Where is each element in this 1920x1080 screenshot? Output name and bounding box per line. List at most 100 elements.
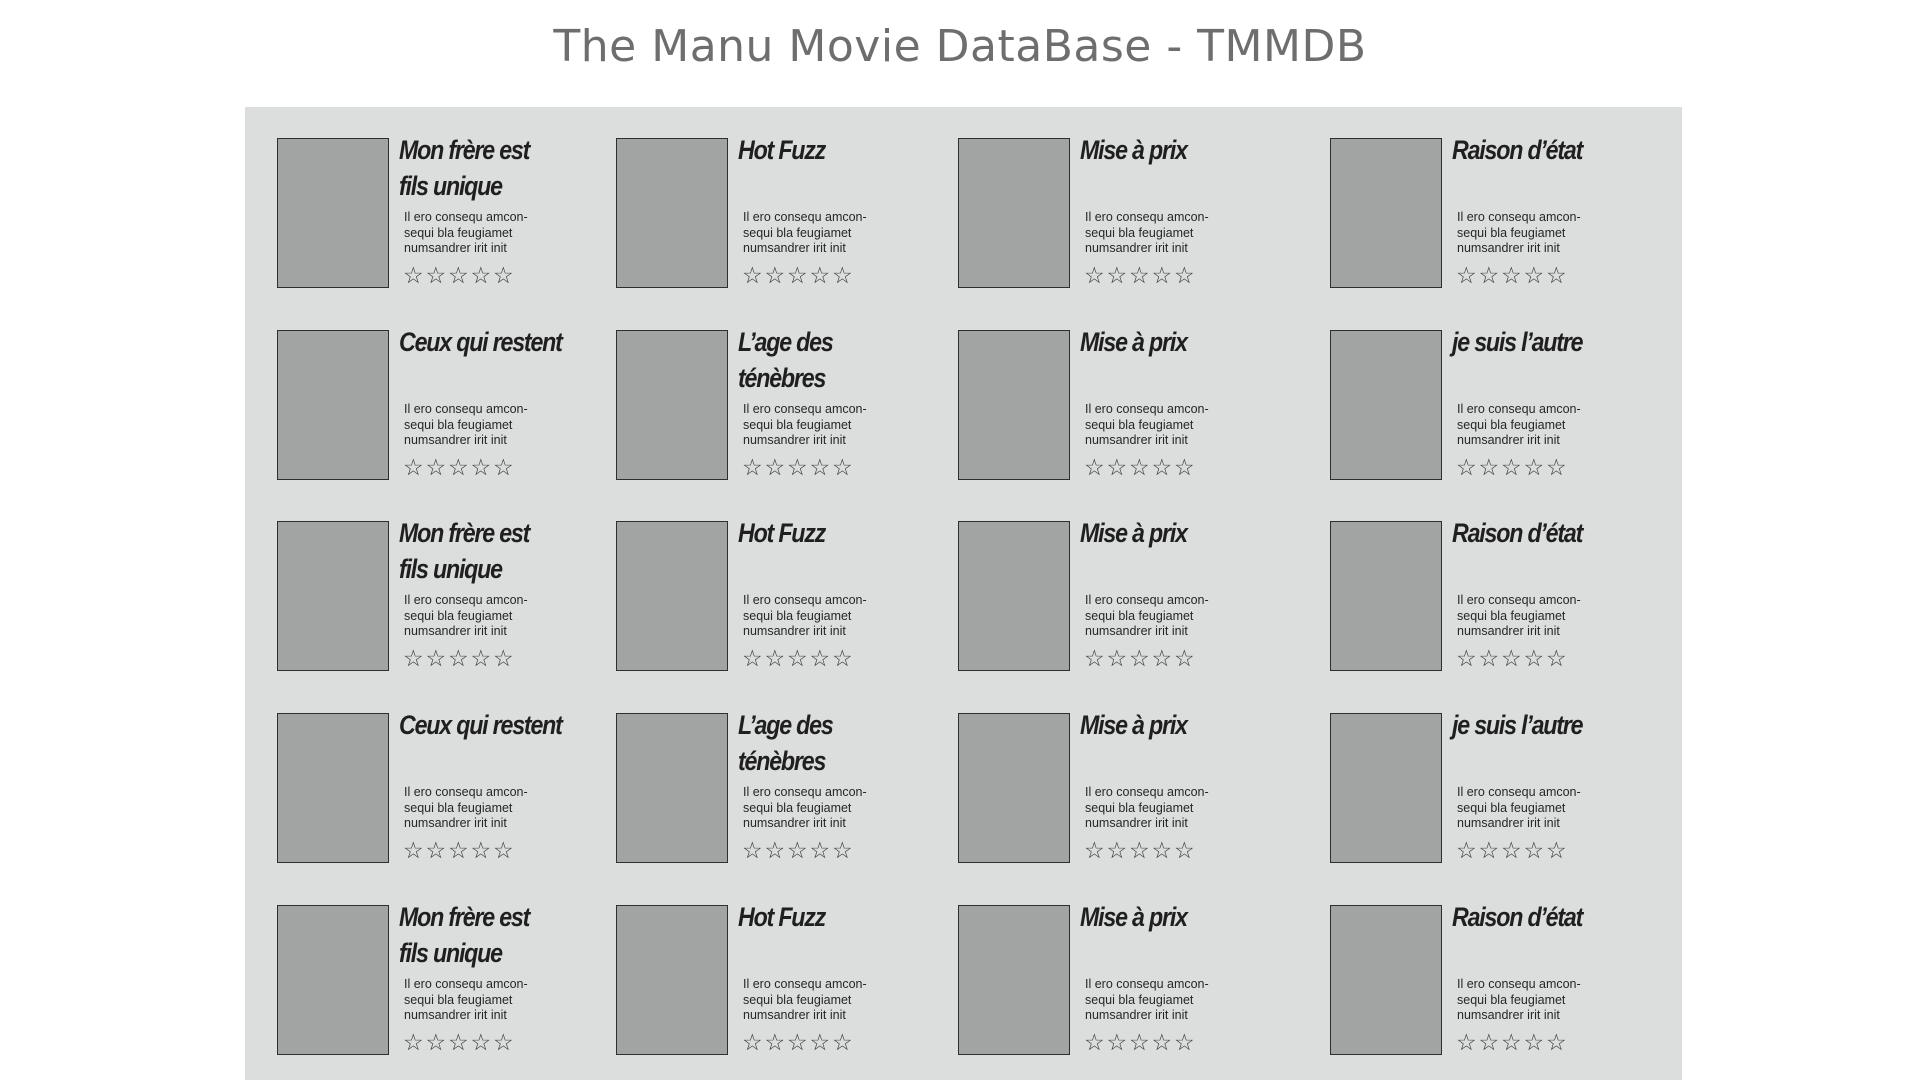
star-outline-icon[interactable]: ☆	[1152, 264, 1175, 288]
star-outline-icon[interactable]: ☆	[787, 456, 810, 480]
star-outline-icon[interactable]: ☆	[426, 456, 449, 480]
star-outline-icon[interactable]: ☆	[765, 264, 788, 288]
star-outline-icon[interactable]: ☆	[1129, 647, 1152, 671]
movie-poster-image[interactable]	[616, 330, 728, 480]
star-outline-icon[interactable]: ☆	[742, 456, 765, 480]
star-outline-icon[interactable]: ☆	[1084, 647, 1107, 671]
star-outline-icon[interactable]: ☆	[742, 1031, 765, 1055]
star-outline-icon[interactable]: ☆	[810, 1031, 833, 1055]
star-rating[interactable]: ☆☆☆☆☆	[742, 456, 855, 480]
star-outline-icon[interactable]: ☆	[832, 1031, 855, 1055]
movie-poster-image[interactable]	[958, 713, 1070, 863]
movie-title[interactable]: Hot Fuzz	[738, 132, 901, 168]
movie-poster-image[interactable]	[1330, 905, 1442, 1055]
star-rating[interactable]: ☆☆☆☆☆	[742, 839, 855, 863]
movie-poster-image[interactable]	[958, 905, 1070, 1055]
star-outline-icon[interactable]: ☆	[1174, 456, 1197, 480]
star-outline-icon[interactable]: ☆	[787, 839, 810, 863]
star-outline-icon[interactable]: ☆	[1152, 1031, 1175, 1055]
movie-poster-image[interactable]	[1330, 521, 1442, 671]
star-outline-icon[interactable]: ☆	[1479, 839, 1502, 863]
movie-poster-image[interactable]	[958, 138, 1070, 288]
star-outline-icon[interactable]: ☆	[1084, 264, 1107, 288]
star-rating[interactable]: ☆☆☆☆☆	[403, 1031, 516, 1055]
star-outline-icon[interactable]: ☆	[832, 456, 855, 480]
movie-title[interactable]: L’age des ténèbres	[738, 324, 901, 396]
star-outline-icon[interactable]: ☆	[1456, 456, 1479, 480]
star-outline-icon[interactable]: ☆	[1501, 647, 1524, 671]
star-outline-icon[interactable]: ☆	[403, 1031, 426, 1055]
star-outline-icon[interactable]: ☆	[1479, 1031, 1502, 1055]
movie-title[interactable]: Mise à prix	[1080, 515, 1243, 551]
star-outline-icon[interactable]: ☆	[810, 456, 833, 480]
star-outline-icon[interactable]: ☆	[1174, 1031, 1197, 1055]
star-outline-icon[interactable]: ☆	[493, 264, 516, 288]
star-outline-icon[interactable]: ☆	[1152, 647, 1175, 671]
star-outline-icon[interactable]: ☆	[832, 647, 855, 671]
star-outline-icon[interactable]: ☆	[787, 1031, 810, 1055]
movie-title[interactable]: Hot Fuzz	[738, 515, 901, 551]
star-rating[interactable]: ☆☆☆☆☆	[1084, 1031, 1197, 1055]
star-outline-icon[interactable]: ☆	[1107, 264, 1130, 288]
movie-title[interactable]: Mise à prix	[1080, 324, 1243, 360]
movie-poster-image[interactable]	[1330, 713, 1442, 863]
star-outline-icon[interactable]: ☆	[1129, 1031, 1152, 1055]
star-outline-icon[interactable]: ☆	[426, 1031, 449, 1055]
star-rating[interactable]: ☆☆☆☆☆	[742, 1031, 855, 1055]
star-outline-icon[interactable]: ☆	[493, 647, 516, 671]
movie-title[interactable]: Mon frère est fils unique	[399, 515, 562, 587]
star-outline-icon[interactable]: ☆	[426, 264, 449, 288]
movie-poster-image[interactable]	[277, 138, 389, 288]
star-outline-icon[interactable]: ☆	[1174, 839, 1197, 863]
star-outline-icon[interactable]: ☆	[493, 1031, 516, 1055]
star-outline-icon[interactable]: ☆	[1174, 264, 1197, 288]
star-outline-icon[interactable]: ☆	[403, 647, 426, 671]
star-outline-icon[interactable]: ☆	[471, 647, 494, 671]
star-rating[interactable]: ☆☆☆☆☆	[1084, 456, 1197, 480]
star-outline-icon[interactable]: ☆	[403, 839, 426, 863]
star-outline-icon[interactable]: ☆	[1524, 264, 1547, 288]
star-outline-icon[interactable]: ☆	[787, 647, 810, 671]
star-outline-icon[interactable]: ☆	[1152, 456, 1175, 480]
star-outline-icon[interactable]: ☆	[1546, 264, 1569, 288]
star-outline-icon[interactable]: ☆	[471, 456, 494, 480]
movie-title[interactable]: Raison d’état	[1452, 899, 1615, 935]
movie-title[interactable]: Mise à prix	[1080, 132, 1243, 168]
star-outline-icon[interactable]: ☆	[1456, 264, 1479, 288]
star-outline-icon[interactable]: ☆	[810, 647, 833, 671]
star-outline-icon[interactable]: ☆	[1524, 1031, 1547, 1055]
movie-title[interactable]: Mise à prix	[1080, 707, 1243, 743]
movie-title[interactable]: Mon frère est fils unique	[399, 132, 562, 204]
movie-title[interactable]: Mon frère est fils unique	[399, 899, 562, 971]
star-outline-icon[interactable]: ☆	[1152, 839, 1175, 863]
movie-title[interactable]: Ceux qui restent	[399, 324, 563, 360]
star-rating[interactable]: ☆☆☆☆☆	[742, 647, 855, 671]
star-outline-icon[interactable]: ☆	[742, 264, 765, 288]
star-outline-icon[interactable]: ☆	[426, 839, 449, 863]
movie-title[interactable]: Hot Fuzz	[738, 899, 901, 935]
movie-poster-image[interactable]	[616, 138, 728, 288]
star-outline-icon[interactable]: ☆	[765, 1031, 788, 1055]
star-outline-icon[interactable]: ☆	[1129, 456, 1152, 480]
star-outline-icon[interactable]: ☆	[765, 456, 788, 480]
star-rating[interactable]: ☆☆☆☆☆	[1456, 1031, 1569, 1055]
star-rating[interactable]: ☆☆☆☆☆	[1456, 839, 1569, 863]
movie-title[interactable]: L’age des ténèbres	[738, 707, 901, 779]
star-outline-icon[interactable]: ☆	[1479, 264, 1502, 288]
movie-poster-image[interactable]	[277, 521, 389, 671]
star-outline-icon[interactable]: ☆	[1479, 647, 1502, 671]
star-outline-icon[interactable]: ☆	[765, 647, 788, 671]
star-outline-icon[interactable]: ☆	[1107, 839, 1130, 863]
star-outline-icon[interactable]: ☆	[403, 456, 426, 480]
star-rating[interactable]: ☆☆☆☆☆	[403, 647, 516, 671]
star-outline-icon[interactable]: ☆	[787, 264, 810, 288]
star-rating[interactable]: ☆☆☆☆☆	[1084, 264, 1197, 288]
star-rating[interactable]: ☆☆☆☆☆	[403, 456, 516, 480]
star-rating[interactable]: ☆☆☆☆☆	[1084, 839, 1197, 863]
star-outline-icon[interactable]: ☆	[493, 456, 516, 480]
star-outline-icon[interactable]: ☆	[1456, 839, 1479, 863]
star-rating[interactable]: ☆☆☆☆☆	[1456, 264, 1569, 288]
star-outline-icon[interactable]: ☆	[1456, 1031, 1479, 1055]
star-rating[interactable]: ☆☆☆☆☆	[742, 264, 855, 288]
movie-poster-image[interactable]	[277, 905, 389, 1055]
